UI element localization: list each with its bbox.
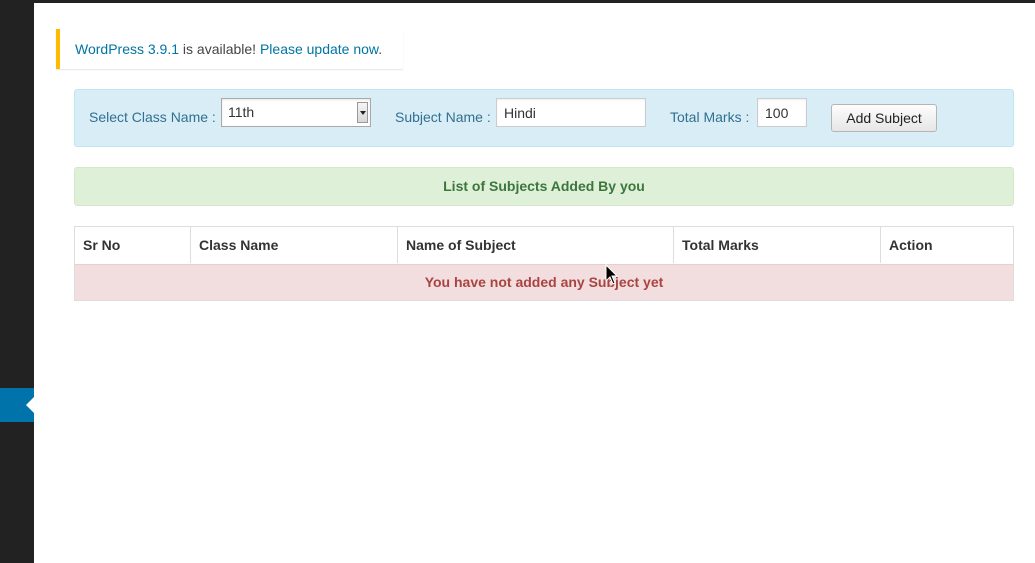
dropdown-arrow-icon[interactable]: [357, 102, 368, 123]
subject-name-input[interactable]: [496, 98, 646, 127]
admin-top-bar: [0, 0, 1035, 3]
subject-name-label: Subject Name :: [395, 109, 491, 125]
total-marks-label: Total Marks :: [670, 109, 750, 125]
total-marks-input[interactable]: [757, 98, 807, 127]
class-name-label: Select Class Name :: [89, 109, 216, 125]
notice-period: .: [378, 41, 383, 57]
column-header-action: Action: [889, 237, 933, 253]
class-name-select[interactable]: 11th: [221, 98, 371, 127]
column-header-sr-no: Sr No: [75, 227, 191, 263]
column-header-class-name: Class Name: [191, 227, 398, 263]
subjects-table: Sr No Class Name Name of Subject Total M…: [74, 226, 1014, 301]
subjects-list-heading: List of Subjects Added By you: [74, 167, 1014, 206]
update-now-link[interactable]: Please update now: [260, 41, 378, 57]
add-subject-button[interactable]: Add Subject: [831, 104, 937, 132]
update-notice: WordPress 3.9.1 is available! Please upd…: [56, 29, 403, 69]
column-header-total-marks: Total Marks: [674, 227, 881, 263]
column-header-subject-name: Name of Subject: [398, 227, 674, 263]
sidebar-current-indicator-icon: [26, 397, 34, 413]
wordpress-version-link[interactable]: WordPress 3.9.1: [75, 41, 179, 57]
empty-table-message: You have not added any Subject yet: [75, 264, 1013, 300]
notice-text: is available!: [179, 41, 260, 57]
mouse-cursor-icon: [605, 264, 619, 285]
admin-sidebar: [0, 0, 34, 563]
class-name-selected-value: 11th: [228, 104, 255, 120]
